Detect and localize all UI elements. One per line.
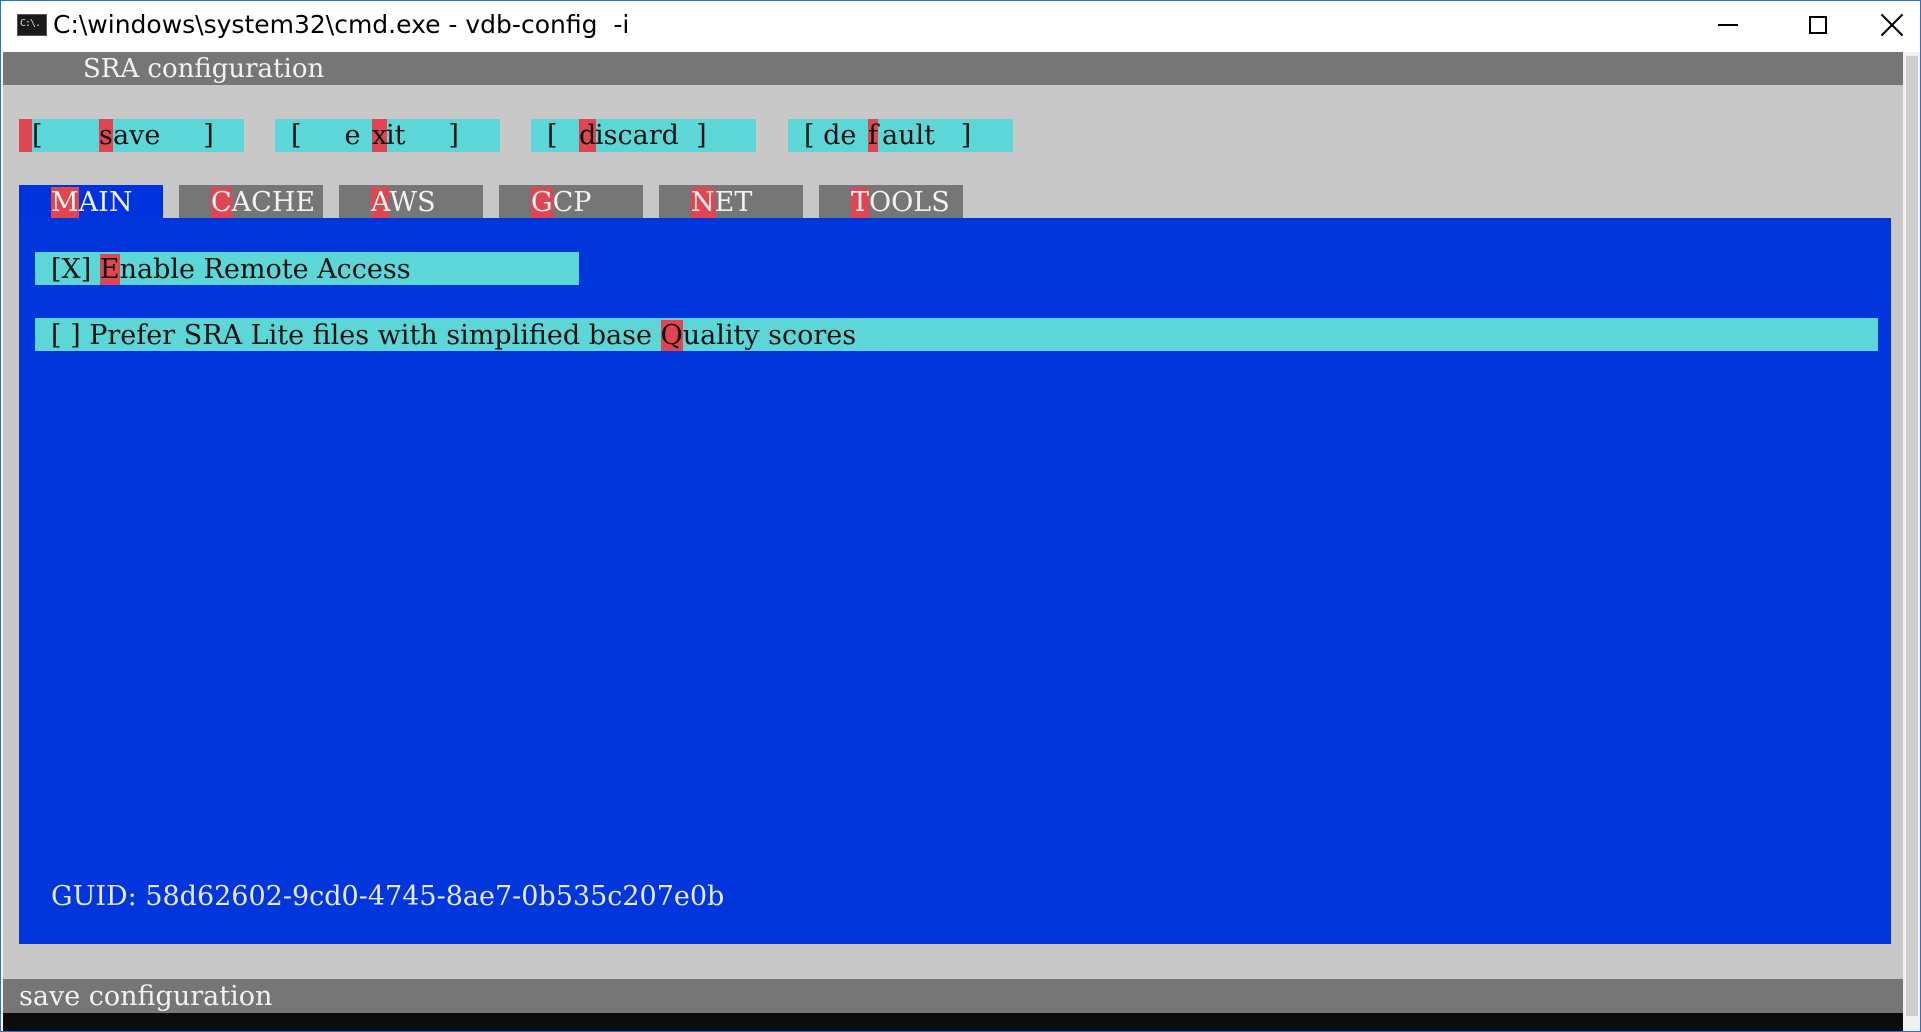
main-panel: [X] Enable Remote Access [ ] Prefer SRA … bbox=[19, 218, 1891, 944]
default-button[interactable]: [ de f ault ] bbox=[788, 119, 1013, 152]
save-button-prefix: [ bbox=[32, 120, 86, 151]
console-bottom bbox=[3, 1013, 1903, 1032]
tab-gcp[interactable]: GCP bbox=[499, 185, 643, 218]
exit-button[interactable]: [ e x it ] bbox=[275, 119, 500, 152]
prefer-sra-lite-checkbox[interactable]: [ ] Prefer SRA Lite files with simplifie… bbox=[35, 318, 1878, 351]
enable-remote-access-checkbox[interactable]: [X] Enable Remote Access bbox=[35, 252, 579, 285]
tab-aws-label: WS bbox=[389, 187, 436, 218]
save-button-suffix: ave ] bbox=[113, 120, 214, 151]
tab-aws-hotkey: A bbox=[371, 187, 390, 218]
discard-button-suffix: iscard ] bbox=[595, 120, 707, 151]
discard-button-prefix: [ bbox=[547, 120, 567, 151]
lite-label-prefix: Prefer SRA Lite files with simplified ba… bbox=[89, 320, 661, 351]
close-button[interactable] bbox=[1863, 0, 1921, 50]
tab-cache-label: ACHE bbox=[231, 187, 316, 218]
tab-net[interactable]: NET bbox=[659, 185, 803, 218]
exit-hotkey: x bbox=[372, 119, 388, 152]
tab-gcp-hotkey: G bbox=[531, 187, 553, 218]
page-title: SRA configuration bbox=[83, 54, 325, 84]
tab-tools[interactable]: TOOLS bbox=[819, 185, 963, 218]
lite-hotkey: Q bbox=[660, 320, 683, 351]
tab-net-hotkey: N bbox=[691, 187, 715, 218]
lite-label: uality scores bbox=[682, 320, 857, 351]
guid-text: GUID: 58d62602-9cd0-4745-8ae7-0b535c207e… bbox=[51, 881, 725, 912]
maximize-icon bbox=[1809, 16, 1827, 34]
tab-main[interactable]: MAIN bbox=[19, 185, 163, 218]
status-bar: save configuration bbox=[3, 979, 1903, 1013]
tab-tools-label: OOLS bbox=[869, 187, 950, 218]
save-button[interactable]: [ s ave ] bbox=[19, 119, 244, 152]
default-button-prefix: [ de bbox=[804, 120, 857, 151]
status-text: save configuration bbox=[19, 981, 273, 1012]
tab-aws[interactable]: AWS bbox=[339, 185, 483, 218]
console-area: SRA configuration [ s ave ] [ e x it ] [ di… bbox=[3, 52, 1903, 1032]
minimize-icon bbox=[1718, 24, 1738, 26]
tab-cache[interactable]: CACHE bbox=[179, 185, 323, 218]
tab-net-label: ET bbox=[714, 187, 753, 218]
tab-gcp-label: CP bbox=[552, 187, 592, 218]
tab-main-label: AIN bbox=[78, 187, 133, 218]
remote-checkbox-box: [X] bbox=[51, 254, 100, 285]
tab-tools-hotkey: T bbox=[851, 187, 870, 218]
close-icon bbox=[1881, 14, 1903, 36]
remote-hotkey: E bbox=[99, 254, 120, 285]
tab-cache-hotkey: C bbox=[211, 187, 232, 218]
discard-hotkey: d bbox=[579, 119, 597, 152]
tab-main-hotkey: M bbox=[51, 187, 79, 218]
save-hotkey: s bbox=[99, 119, 113, 152]
default-button-suffix: ault ] bbox=[882, 120, 972, 151]
minimize-button[interactable] bbox=[1683, 0, 1773, 50]
exit-button-prefix: [ e bbox=[291, 120, 361, 151]
title-bar: C:\. C:\windows\system32\cmd.exe - vdb-c… bbox=[0, 0, 1921, 52]
maximize-button[interactable] bbox=[1773, 0, 1863, 50]
remote-label: nable Remote Access bbox=[119, 254, 411, 285]
discard-button[interactable]: [ d iscard ] bbox=[531, 119, 756, 152]
heading-bar: SRA configuration bbox=[3, 52, 1903, 85]
cmd-icon-text: C:\. bbox=[20, 18, 41, 29]
exit-button-suffix: it ] bbox=[386, 120, 459, 151]
scrollbar-thumb[interactable] bbox=[1906, 56, 1918, 1016]
window-title: C:\windows\system32\cmd.exe - vdb-config… bbox=[53, 10, 630, 39]
lite-checkbox-box: [ ] bbox=[51, 320, 90, 351]
cmd-icon[interactable]: C:\. bbox=[17, 14, 47, 36]
save-hotkey-marker bbox=[19, 119, 32, 152]
default-hotkey: f bbox=[868, 119, 878, 152]
